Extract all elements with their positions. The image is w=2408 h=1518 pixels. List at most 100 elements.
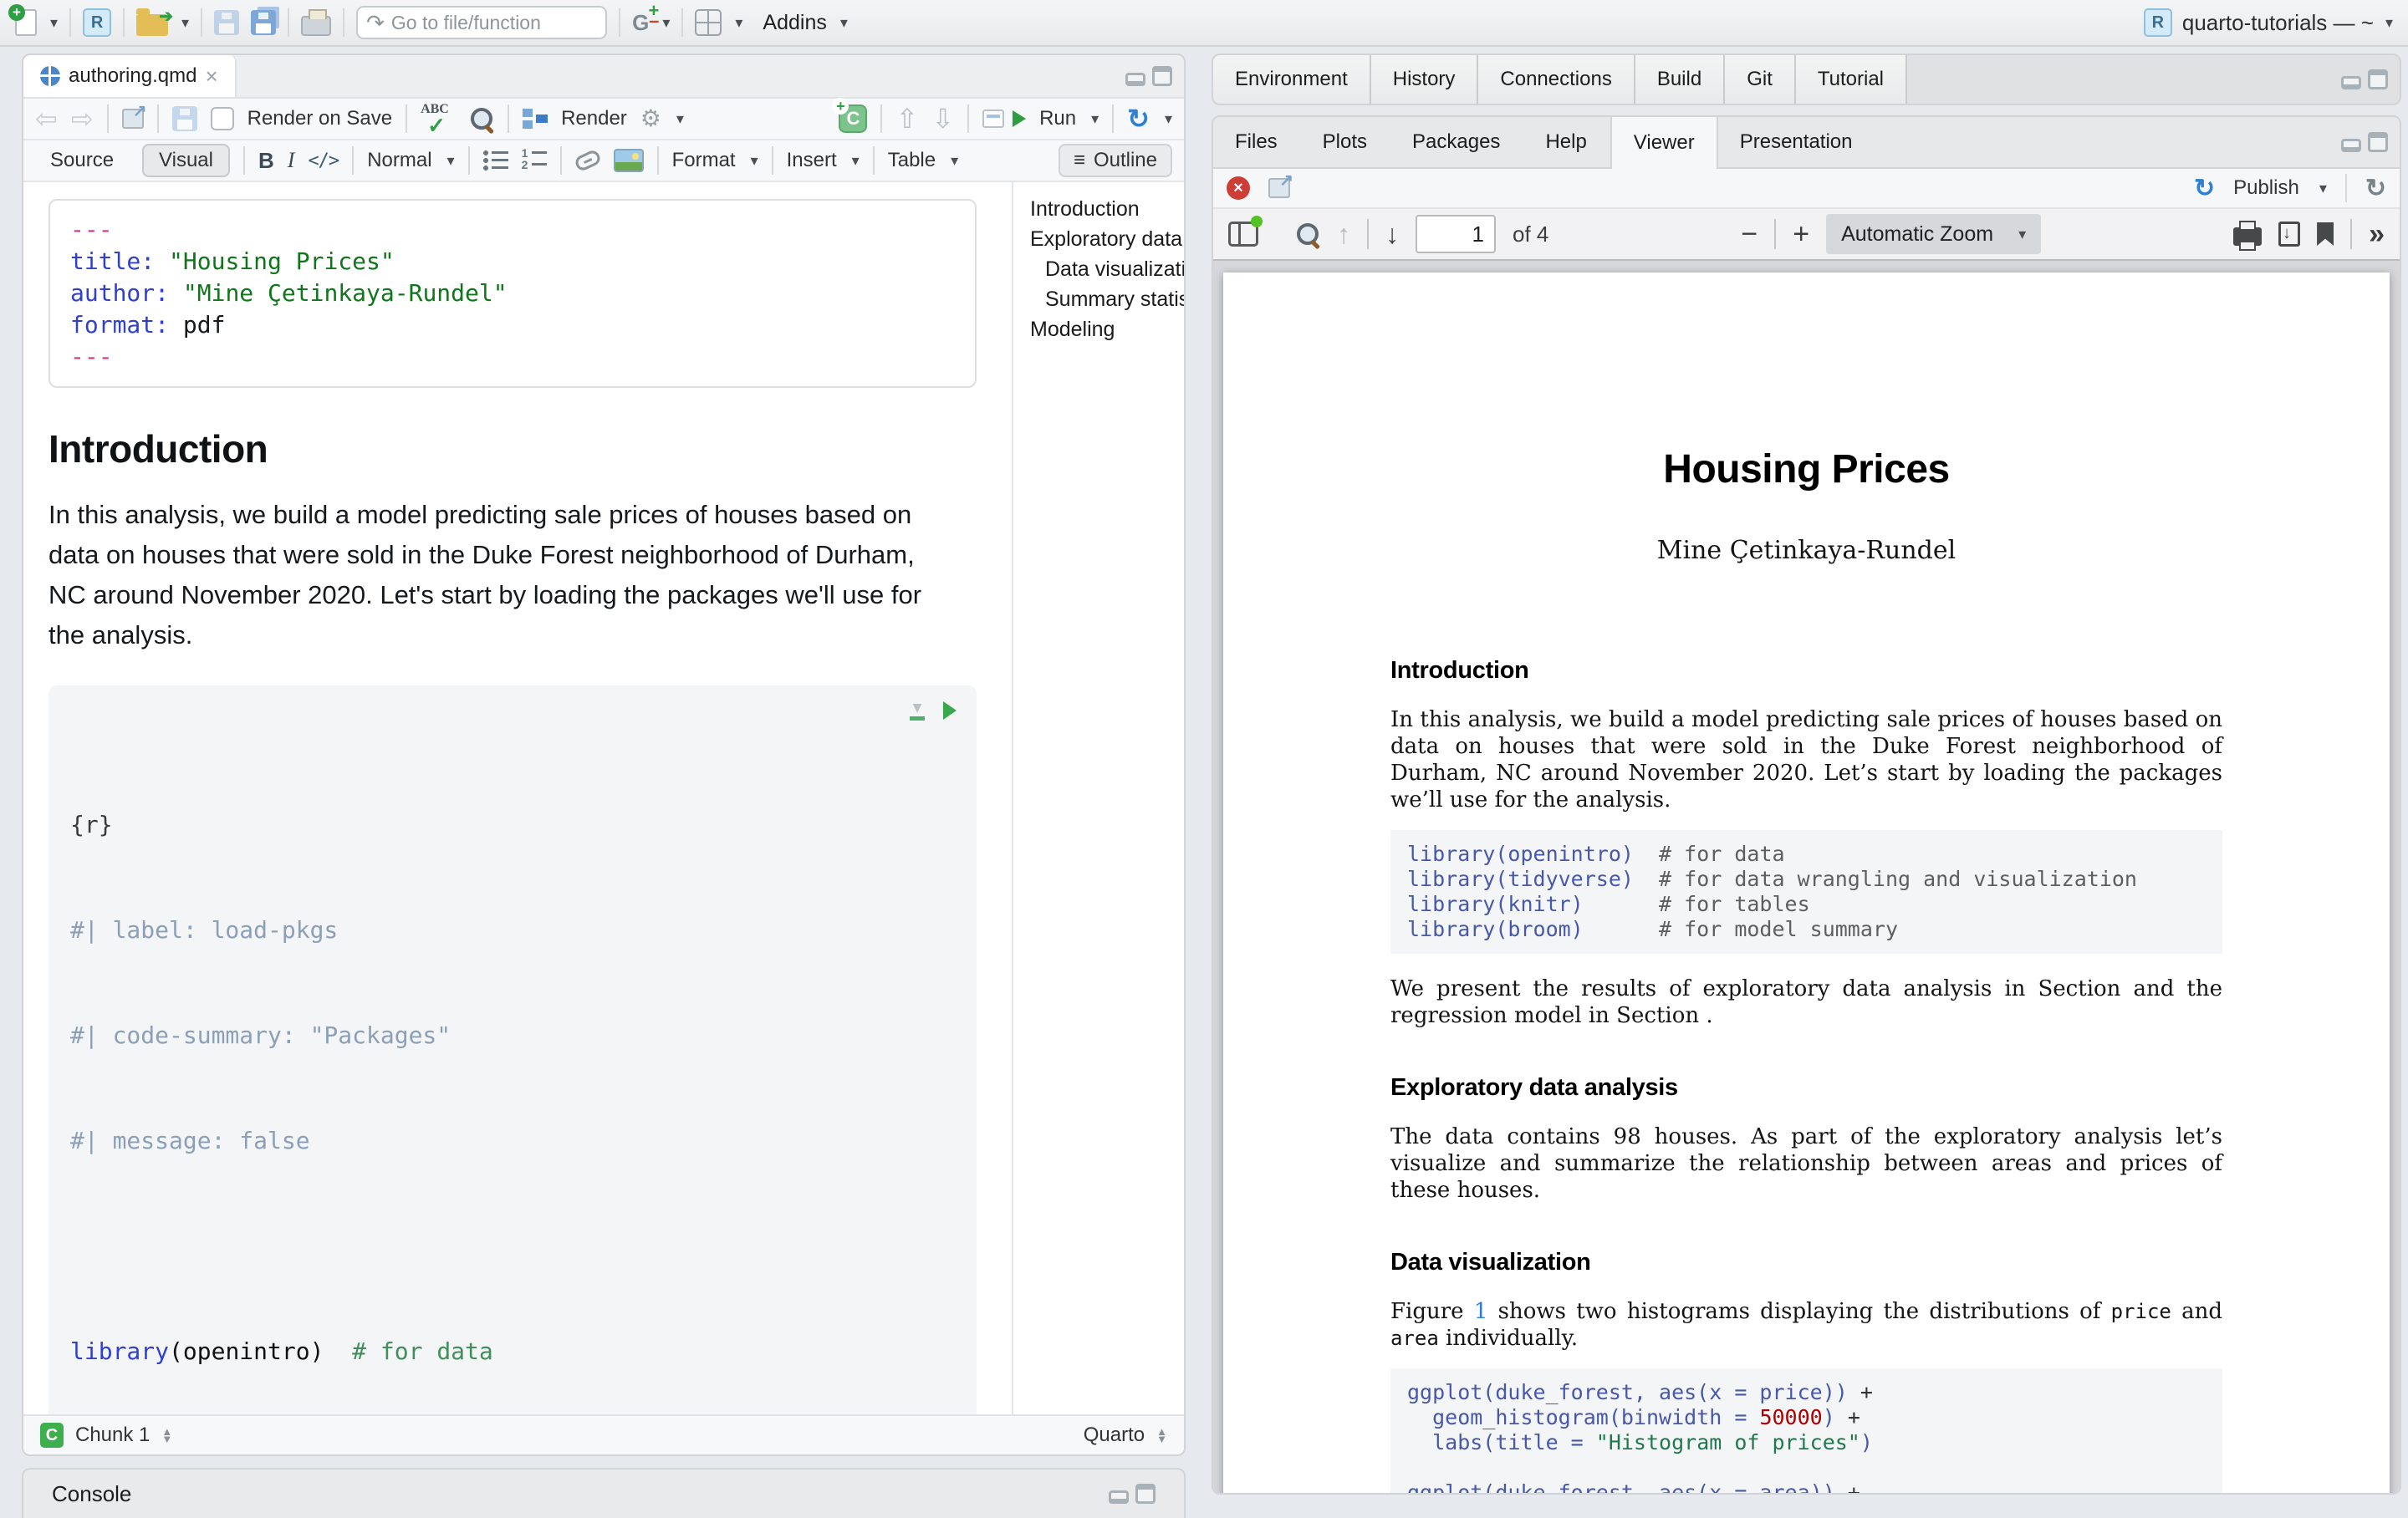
minimize-pane-icon[interactable] [1125,73,1145,86]
pdf-print-icon[interactable] [2233,227,2262,246]
pdf-download-icon[interactable] [2278,222,2300,247]
open-in-window-icon[interactable] [122,109,144,129]
pdf-viewer-area[interactable]: Housing Prices Mine Çetinkaya-Rundel Int… [1213,261,2400,1493]
rerun-dropdown-icon[interactable]: ▾ [1165,110,1172,128]
save-all-icon[interactable] [251,10,276,35]
goto-file-input[interactable] [391,12,584,34]
tab-packages[interactable]: Packages [1390,117,1523,167]
version-control-icon[interactable]: G+– [632,12,649,33]
outline-item-eda[interactable]: Exploratory data … [1030,224,1184,254]
new-project-button[interactable]: R [83,8,111,37]
publish-dropdown-icon[interactable]: ▾ [2319,180,2327,197]
next-section-icon[interactable]: ⇩ [931,103,954,135]
insert-chunk-icon[interactable]: +C [839,104,867,133]
pdf-search-icon[interactable] [1295,222,1320,247]
link-icon[interactable] [573,149,602,173]
numbered-list-icon[interactable] [522,150,547,171]
rerun-icon[interactable]: ↻ [1127,103,1150,135]
goto-file-box[interactable]: ↷ [356,6,607,39]
render-settings-dropdown-icon[interactable]: ▾ [676,110,684,128]
render-settings-gear-icon[interactable]: ⚙ [640,107,661,130]
pane-layout-dropdown-icon[interactable]: ▾ [735,14,742,32]
image-icon[interactable] [614,149,644,172]
insert-menu[interactable]: Insert [787,149,837,172]
spellcheck-icon[interactable]: ABC✓ [421,104,456,134]
chunk-run-icon[interactable] [943,701,957,720]
mode-select-icon[interactable]: ▲▼ [1156,1428,1167,1443]
zoom-in-icon[interactable]: + [1793,218,1809,251]
close-tab-icon[interactable]: × [205,64,217,89]
console-title[interactable]: Console [52,1481,131,1507]
bullet-list-icon[interactable] [483,150,508,171]
save-icon[interactable] [214,10,239,35]
outline-item-data-visualization[interactable]: Data visualization [1030,254,1184,284]
outline-item-introduction[interactable]: Introduction [1030,194,1184,224]
tab-environment[interactable]: Environment [1213,55,1371,104]
print-icon[interactable] [301,16,331,36]
table-dropdown-icon[interactable]: ▾ [951,152,958,170]
outline-item-summary-statistics[interactable]: Summary statis… [1030,284,1184,314]
tab-plots[interactable]: Plots [1301,117,1390,167]
forward-icon[interactable]: ⇨ [71,103,94,135]
run-button[interactable]: Run [1039,107,1076,130]
open-file-icon[interactable]: ➔ [136,14,168,36]
code-icon[interactable]: </> [308,150,339,171]
code-chunk-load-pkgs[interactable]: ▼ {r} #| label: load-pkgs #| code-summar… [48,685,977,1414]
format-dropdown-icon[interactable]: ▾ [751,152,758,170]
tab-help[interactable]: Help [1523,117,1610,167]
tab-tutorial[interactable]: Tutorial [1796,55,1907,104]
italic-icon[interactable]: I [288,148,295,173]
open-file-dropdown-icon[interactable]: ▾ [181,14,189,32]
console-minimize-icon[interactable] [1109,1490,1129,1504]
source-mode-button[interactable]: Source [35,145,129,176]
pdf-next-page-icon[interactable]: ↓ [1385,219,1399,250]
paragraph-style-select[interactable]: Normal [367,149,431,172]
table-menu[interactable]: Table [888,149,936,172]
chunk-position-label[interactable]: Chunk 1 [75,1424,150,1447]
env-minimize-icon[interactable] [2341,76,2361,89]
tab-presentation[interactable]: Presentation [1718,117,1876,167]
new-file-icon[interactable]: + [15,9,37,36]
paragraph-style-dropdown-icon[interactable]: ▾ [447,152,455,170]
chunk-nav-icon[interactable]: ▲▼ [161,1428,172,1443]
viewer-maximize-icon[interactable] [2368,132,2388,152]
save-document-icon[interactable] [172,106,197,131]
zoom-select[interactable]: Automatic Zoom ▾ [1826,214,2041,254]
tab-git[interactable]: Git [1725,55,1796,104]
previous-section-icon[interactable]: ⇧ [895,103,918,135]
render-on-save-checkbox[interactable] [211,107,234,130]
addins-menu[interactable]: Addins [763,11,826,35]
figure-1-link[interactable]: 1 [1474,1299,1488,1324]
visual-editor-document[interactable]: ---title: "Housing Prices"author: "Mine … [23,182,1012,1414]
env-maximize-icon[interactable] [2368,69,2388,89]
new-file-dropdown-icon[interactable]: ▾ [50,14,58,32]
outline-item-modeling[interactable]: Modeling [1030,314,1184,344]
publish-icon[interactable]: ↻ [2194,174,2215,203]
tab-viewer[interactable]: Viewer [1610,117,1718,169]
outline-toggle-button[interactable]: ≡ Outline [1059,144,1172,177]
insert-dropdown-icon[interactable]: ▾ [852,152,860,170]
format-menu[interactable]: Format [672,149,736,172]
bold-icon[interactable]: B [258,148,274,174]
pdf-bookmark-icon[interactable] [2317,222,2334,246]
publish-button[interactable]: Publish [2233,176,2299,200]
project-menu[interactable]: R quarto-tutorials — ~ ▾ [2144,8,2393,37]
visual-mode-button[interactable]: Visual [142,144,230,177]
viewer-popout-icon[interactable] [1268,178,1290,198]
tab-authoring-qmd[interactable]: authoring.qmd × [23,55,237,97]
tab-connections[interactable]: Connections [1478,55,1635,104]
console-maximize-icon[interactable] [1135,1484,1156,1504]
zoom-out-icon[interactable]: − [1741,218,1758,251]
back-icon[interactable]: ⇦ [35,103,58,135]
tab-history[interactable]: History [1371,55,1479,104]
tab-files[interactable]: Files [1213,117,1301,167]
viewer-minimize-icon[interactable] [2341,139,2361,152]
chunk-collapse-icon[interactable]: ▼ [910,700,925,721]
stop-icon[interactable]: × [1227,176,1250,200]
search-icon[interactable] [469,106,494,131]
addins-dropdown-icon[interactable]: ▾ [840,14,848,32]
pdf-page-input[interactable] [1416,215,1496,253]
pdf-previous-page-icon[interactable]: ↑ [1337,219,1350,250]
tab-build[interactable]: Build [1635,55,1725,104]
yaml-metadata-block[interactable]: ---title: "Housing Prices"author: "Mine … [48,199,977,388]
